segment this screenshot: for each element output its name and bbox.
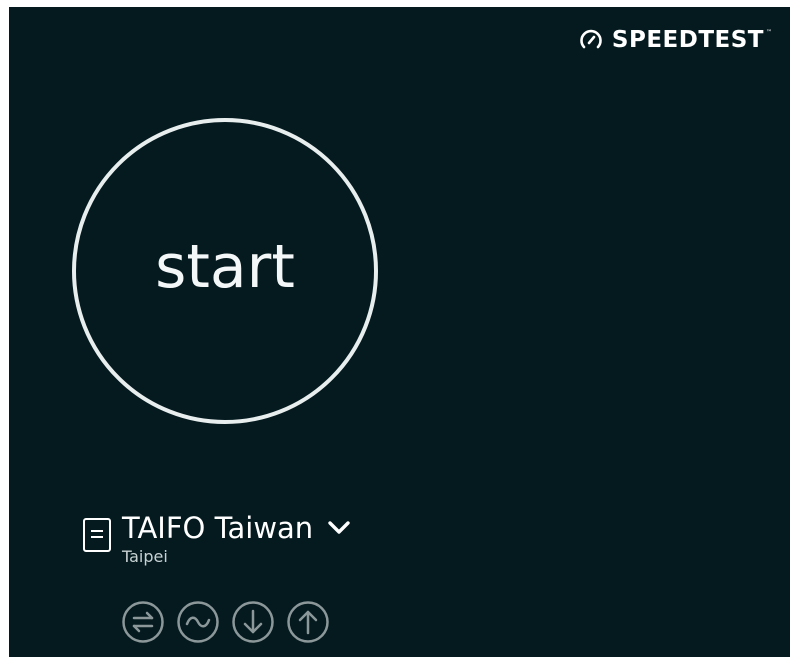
download-icon[interactable] [231,600,275,644]
jitter-icon[interactable] [176,600,220,644]
gauge-icon [580,29,602,49]
start-button[interactable]: start [72,118,378,424]
speedtest-logo[interactable]: SPEEDTEST ™ [578,27,772,53]
speedtest-app: SPEEDTEST ™ start TAIFO Taiwan Taipei [9,7,790,657]
upload-icon[interactable] [286,600,330,644]
server-icon [83,518,111,552]
start-label: start [155,232,295,302]
logo-text: SPEEDTEST [611,26,764,53]
ping-icon[interactable] [121,600,165,644]
server-text: TAIFO Taiwan Taipei [122,511,351,566]
logo-trademark: ™ [766,29,772,36]
chevron-down-icon[interactable] [327,520,351,536]
server-city: Taipei [122,547,168,566]
server-selector: TAIFO Taiwan Taipei [82,511,351,566]
metric-icons [121,600,330,644]
change-server-button[interactable]: TAIFO Taiwan [122,511,351,545]
server-name: TAIFO Taiwan [122,511,314,545]
